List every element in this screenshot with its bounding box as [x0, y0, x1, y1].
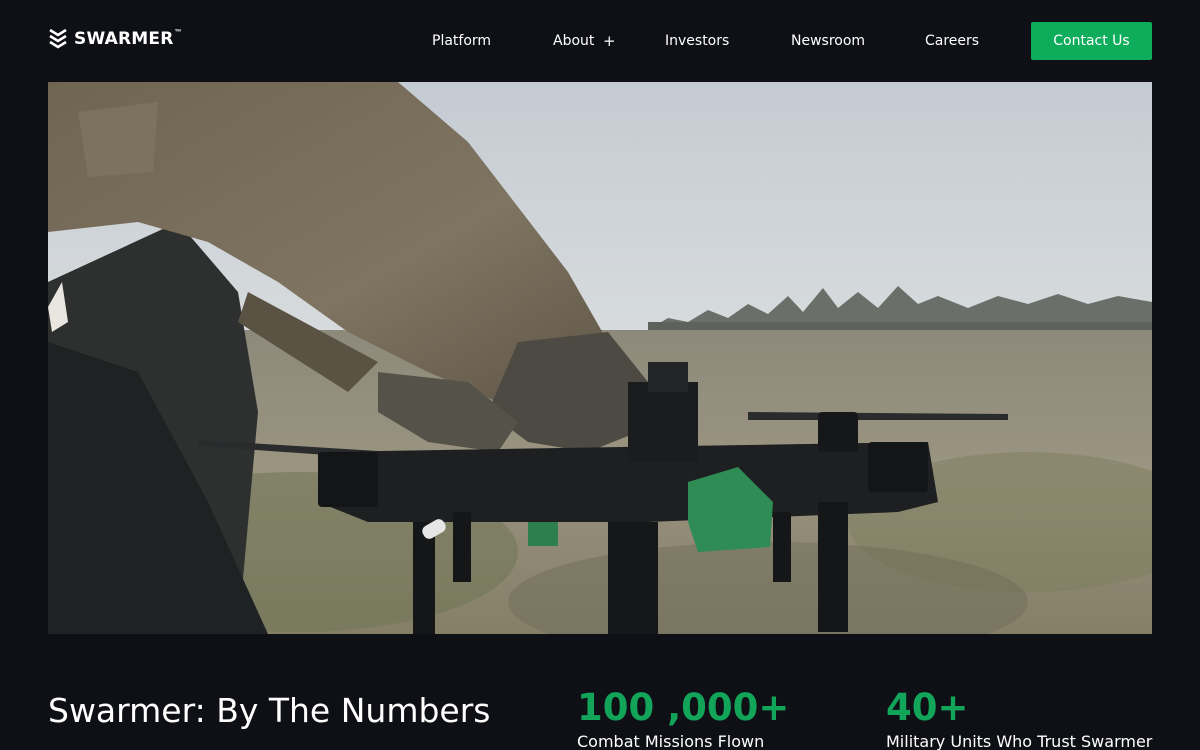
stat-label: Military Units Who Trust Swarmer [886, 732, 1153, 750]
brand-trademark: ™ [174, 29, 182, 36]
site-header: SWARMER ™ Platform About + Investors New… [0, 0, 1200, 82]
brand-logo[interactable]: SWARMER ™ [48, 28, 182, 50]
nav-item-about[interactable]: About [553, 32, 594, 50]
about-expand-icon[interactable]: + [603, 32, 616, 50]
drone-photo-illustration [48, 82, 1152, 634]
stat-combat-missions: 100 ,000+ Combat Missions Flown [577, 686, 789, 750]
nav-item-platform[interactable]: Platform [432, 32, 491, 50]
nav-item-careers[interactable]: Careers [925, 32, 979, 50]
nav-item-newsroom[interactable]: Newsroom [791, 32, 865, 50]
stat-label: Combat Missions Flown [577, 732, 765, 750]
swarmer-chevron-logo-icon [49, 28, 67, 49]
nav-item-investors[interactable]: Investors [665, 32, 729, 50]
stat-value: 40+ [886, 686, 969, 729]
hero-image [48, 82, 1152, 634]
page: SWARMER ™ Platform About + Investors New… [0, 0, 1200, 750]
stat-value: 100 ,000+ [577, 686, 790, 729]
brand-name: SWARMER [74, 29, 174, 49]
section-title: Swarmer: By The Numbers [48, 691, 491, 730]
stat-military-units: 40+ Military Units Who Trust Swarmer [886, 686, 1152, 750]
contact-us-button[interactable]: Contact Us [1031, 22, 1152, 60]
